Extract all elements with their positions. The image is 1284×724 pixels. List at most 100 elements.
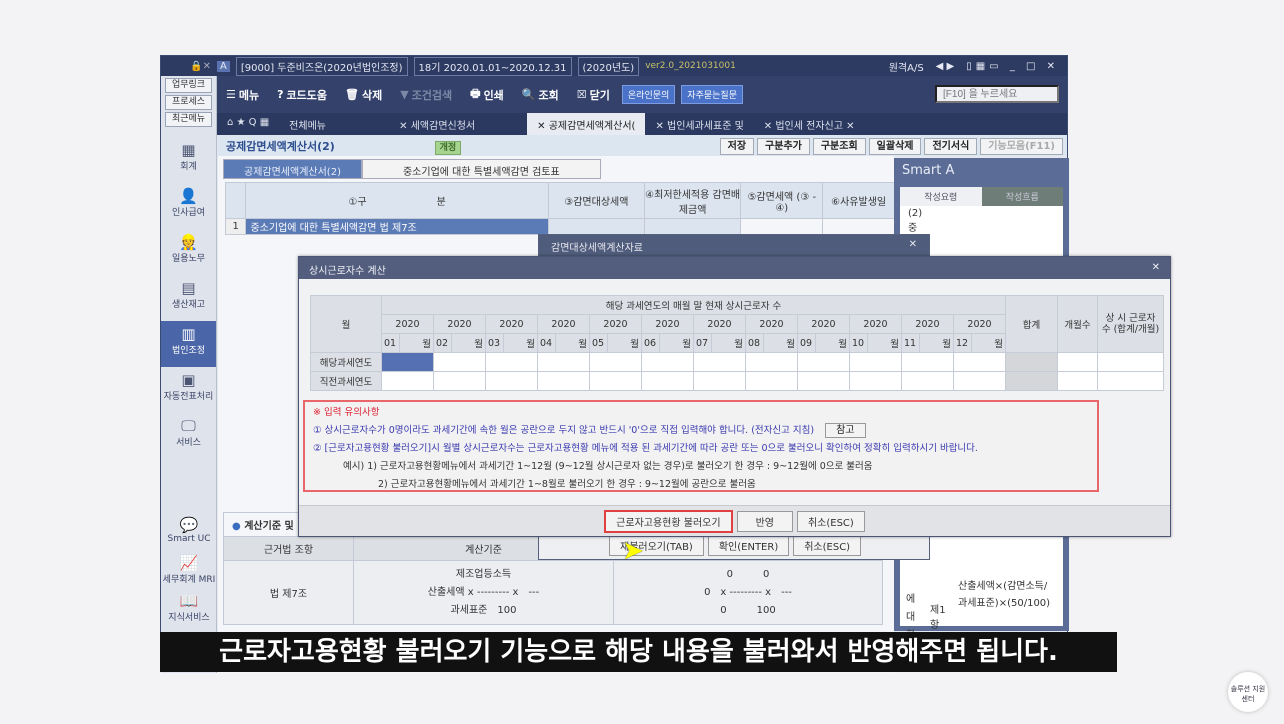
apply-button[interactable]: 반영: [736, 510, 793, 532]
remote-support-button[interactable]: 원격A/S: [881, 59, 932, 74]
confirm-button[interactable]: 확인(ENTER): [707, 535, 790, 556]
menu-button[interactable]: ☰ 메뉴: [226, 87, 259, 103]
month-input-cell[interactable]: [849, 371, 902, 391]
total-cell: [1005, 352, 1058, 372]
month-input-cell[interactable]: [953, 371, 1006, 391]
window-controls[interactable]: ▯▦▭ _ □ ✕: [958, 61, 1067, 72]
month-input-cell[interactable]: [485, 352, 538, 372]
month-number: 04: [537, 333, 556, 353]
fiscal-year[interactable]: (2020년도): [577, 56, 640, 76]
home-icon[interactable]: ⌂ ★ Q ▦: [217, 113, 279, 135]
row-label: 해당과세연도: [310, 352, 382, 372]
month-input-cell[interactable]: [797, 371, 850, 391]
tab-electronic-filing[interactable]: ✕ 법인세 전자신고 ✕: [754, 113, 865, 135]
close-icon[interactable]: ✕: [1152, 262, 1160, 274]
month-input-cell[interactable]: [589, 371, 642, 391]
month-input-cell[interactable]: [381, 352, 434, 372]
category-query-button[interactable]: 구분조회: [812, 138, 866, 155]
load-employment-status-button[interactable]: 근로자고용현황 불러오기: [604, 509, 733, 533]
month-input-cell[interactable]: [745, 371, 798, 391]
cancel-button[interactable]: 취소(ESC): [793, 535, 862, 556]
month-input-cell[interactable]: [797, 352, 850, 372]
month-input-cell[interactable]: [901, 352, 954, 372]
subtab-calculation[interactable]: 공제감면세액계산서(2): [223, 159, 362, 179]
recent-menu-button[interactable]: 최근메뉴: [165, 112, 212, 127]
mouse-cursor-icon: ➤: [622, 536, 644, 566]
month-input-cell[interactable]: [537, 371, 590, 391]
left-sidebar: 업무링크 프로세스 최근메뉴 ▦ 회계 👤 인사급여 👷 일용노무 ▤ 생산재고 ▥ 법인…: [161, 76, 217, 673]
sidebar-item-inventory[interactable]: ▤ 생산재고: [161, 275, 216, 321]
tab-writing-guide[interactable]: 작성요령: [900, 187, 982, 206]
month-input-cell[interactable]: [433, 352, 486, 372]
sidebar-item-accounting[interactable]: ▦ 회계: [161, 137, 216, 183]
months-cell[interactable]: [1057, 352, 1098, 372]
row-label: 직전과세연도: [310, 371, 382, 391]
calculator-icon: ▦: [181, 141, 196, 159]
month-number: 06: [641, 333, 660, 353]
lock-icon[interactable]: 🔒✕: [161, 61, 217, 72]
revision-badge: 개정: [434, 141, 462, 155]
month-input-cell[interactable]: [537, 352, 590, 372]
save-button[interactable]: 저장: [719, 138, 755, 155]
sidebar-item-mri[interactable]: 📈 세무회계 MRI: [161, 552, 217, 590]
reference-button[interactable]: 참고: [825, 423, 866, 438]
sidebar-item-corporate-adjustment[interactable]: ▥ 법인조정: [161, 321, 216, 367]
sidebar-item-daily-labor[interactable]: 👷 일용노무: [161, 229, 216, 275]
tab-bar: ⌂ ★ Q ▦ 전체메뉴 ✕ 세액감면신청서 ✕ 공제감면세액계산서( ✕ 법인…: [217, 113, 1067, 135]
add-category-button[interactable]: 구분추가: [757, 138, 810, 155]
search-button[interactable]: 🔍 조회: [522, 87, 559, 103]
month-input-cell[interactable]: [953, 352, 1006, 372]
sidebar-item-auto-voucher[interactable]: ▣ 자동전표처리: [161, 367, 216, 413]
bulk-delete-button[interactable]: 일괄삭제: [868, 138, 922, 155]
tab-writing-flow[interactable]: 작성흐름: [981, 187, 1063, 206]
month-input-cell[interactable]: [641, 352, 694, 372]
delete-button[interactable]: 🗑 삭제: [345, 87, 382, 103]
person-icon: 👤: [179, 187, 198, 205]
menu-search-input[interactable]: [935, 85, 1059, 103]
tab-deduction-calculation[interactable]: ✕ 공제감면세액계산서(: [527, 113, 646, 135]
boxes-icon: ▤: [181, 279, 196, 297]
month-input-cell[interactable]: [901, 371, 954, 391]
sidebar-item-service[interactable]: 🖵 서비스: [161, 413, 216, 459]
previous-form-button[interactable]: 전기서식: [924, 138, 978, 155]
table-row[interactable]: 1 중소기업에 대한 특별세액감면 법 제7조: [224, 218, 895, 235]
month-input-cell[interactable]: [381, 371, 434, 391]
close-button[interactable]: ☒ 닫기: [577, 87, 610, 103]
tab-tax-reduction-application[interactable]: ✕ 세액감면신청서: [389, 113, 527, 135]
tab-all-menu[interactable]: 전체메뉴: [279, 113, 389, 135]
tab-corporate-tax-base[interactable]: ✕ 법인세과세표준 및: [645, 113, 753, 135]
year-cell: 2020: [953, 314, 1006, 334]
process-button[interactable]: 프로세스: [165, 95, 212, 110]
title-bar: 🔒✕ A [9000] 두준비즈온(2020년법인조정) 18기 2020.01…: [161, 56, 1067, 76]
functions-button[interactable]: 기능모음(F11): [980, 138, 1063, 155]
month-input-cell[interactable]: [693, 371, 746, 391]
months-cell[interactable]: [1057, 371, 1098, 391]
dialog-title: 상시근로자수 계산: [309, 266, 386, 277]
print-button[interactable]: 🖶 인쇄: [470, 85, 504, 104]
online-inquiry-button[interactable]: 온라인문의: [621, 85, 676, 104]
cancel-button[interactable]: 취소(ESC): [796, 510, 865, 532]
filter-button[interactable]: ▼ 조건검색: [400, 87, 452, 103]
faq-button[interactable]: 자주묻는질문: [681, 85, 743, 104]
company-name[interactable]: [9000] 두준비즈온(2020년법인조정): [235, 56, 408, 76]
close-icon[interactable]: ✕: [909, 239, 917, 250]
sidebar-item-smart-uc[interactable]: 💬 Smart UC: [161, 514, 217, 552]
video-caption: 근로자고용현황 불러오기 기능으로 해당 내용을 불러와서 반영해주면 됩니다.: [160, 632, 1117, 672]
month-input-cell[interactable]: [641, 371, 694, 391]
sidebar-item-knowledge[interactable]: 📖 지식서비스: [161, 590, 217, 628]
month-input-cell[interactable]: [589, 352, 642, 372]
month-input-cell[interactable]: [693, 352, 746, 372]
month-input-cell[interactable]: [849, 352, 902, 372]
work-link-button[interactable]: 업무링크: [165, 78, 212, 93]
fiscal-period[interactable]: 18기 2020.01.01~2020.12.31: [413, 56, 572, 76]
code-help-button[interactable]: ? 코드도움: [277, 87, 327, 103]
subtab-review[interactable]: 중소기업에 대한 특별세액감면 검토표: [361, 159, 601, 179]
month-input-cell[interactable]: [745, 352, 798, 372]
month-input-cell[interactable]: [485, 371, 538, 391]
month-input-cell[interactable]: [433, 371, 486, 391]
sidebar-item-payroll[interactable]: 👤 인사급여: [161, 183, 216, 229]
worker-icon: 👷: [179, 233, 198, 251]
back-icon[interactable]: ◀ ▶: [932, 61, 959, 72]
year-cell: 2020: [745, 314, 798, 334]
month-suffix: 월: [971, 333, 1006, 353]
